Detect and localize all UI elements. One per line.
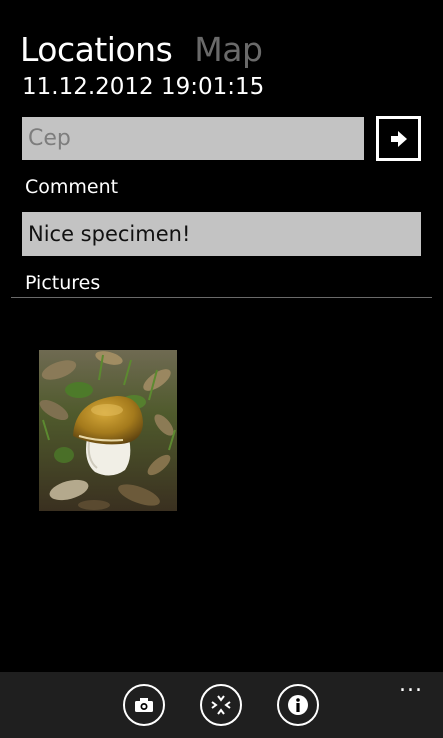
center-icon [211,695,231,715]
app-bar: ... [0,672,443,738]
center-button[interactable] [200,684,242,726]
name-field-value: Cep [28,126,71,151]
comment-field-value: Nice specimen! [28,222,191,246]
timestamp: 11.12.2012 19:01:15 [22,74,265,100]
pivot-header: Locations Map [20,30,263,69]
pictures-label: Pictures [25,272,101,294]
pivot-item-map[interactable]: Map [194,30,263,69]
pivot-item-locations[interactable]: Locations [20,30,173,69]
comment-field[interactable]: Nice specimen! [22,212,421,256]
info-icon [288,695,308,715]
mushroom-photo-thumbnail[interactable] [39,350,177,511]
camera-icon [135,698,153,712]
arrow-right-icon [390,130,407,147]
comment-label: Comment [25,176,119,198]
info-button[interactable] [277,684,319,726]
go-button[interactable] [376,116,421,161]
divider [11,297,432,298]
camera-button[interactable] [123,684,165,726]
more-options-button[interactable]: ... [399,674,423,696]
name-field[interactable]: Cep [22,117,364,160]
